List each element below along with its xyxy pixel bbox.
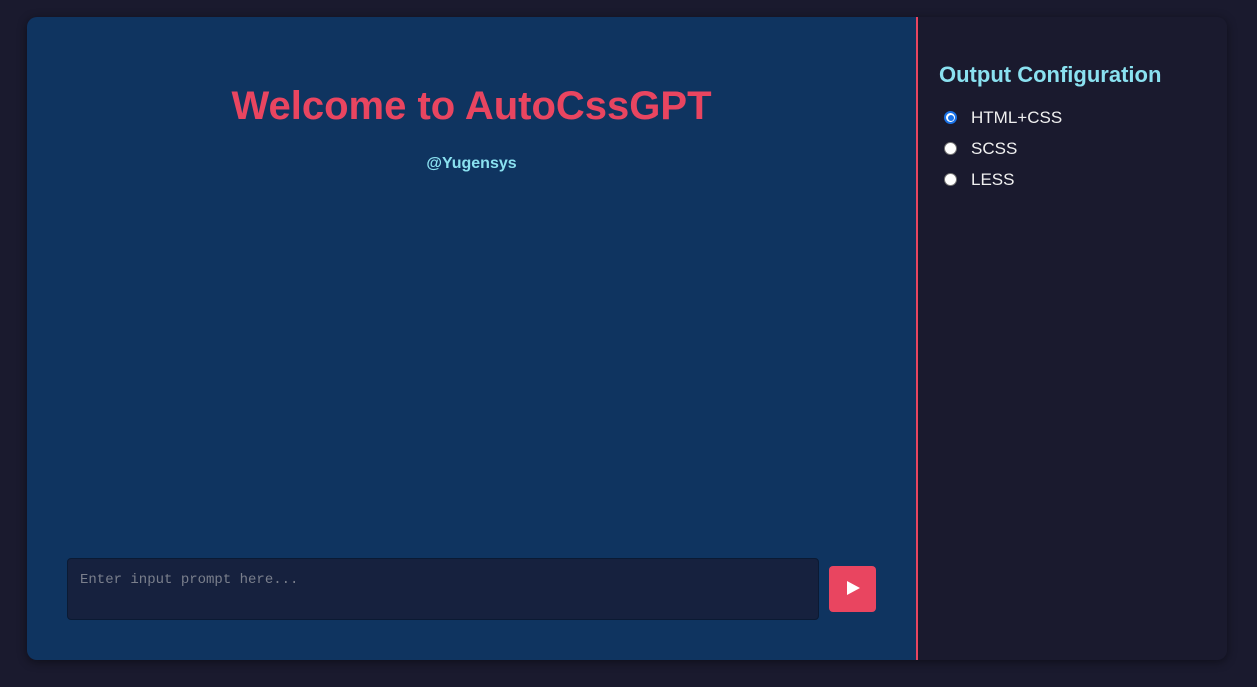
radio-label-less: LESS	[971, 169, 1015, 189]
page-title: Welcome to AutoCssGPT	[231, 84, 712, 128]
send-button[interactable]	[829, 566, 876, 612]
app-container: Welcome to AutoCssGPT @Yugensys Output C…	[27, 17, 1227, 660]
radio-less[interactable]	[944, 173, 957, 186]
play-icon	[845, 580, 861, 599]
radio-label-scss: SCSS	[971, 138, 1018, 158]
radio-option-html-css[interactable]: HTML+CSS	[939, 102, 1227, 133]
output-config-panel: Output Configuration HTML+CSS SCSS LESS	[918, 17, 1227, 660]
radio-scss[interactable]	[944, 142, 957, 155]
radio-option-less[interactable]: LESS	[939, 164, 1227, 195]
main-panel: Welcome to AutoCssGPT @Yugensys	[27, 17, 916, 660]
page-subtitle: @Yugensys	[426, 155, 517, 172]
radio-label-html-css: HTML+CSS	[971, 107, 1063, 127]
prompt-input[interactable]	[67, 558, 819, 620]
radio-option-scss[interactable]: SCSS	[939, 133, 1227, 164]
radio-html-css[interactable]	[944, 111, 957, 124]
config-title: Output Configuration	[939, 62, 1162, 87]
